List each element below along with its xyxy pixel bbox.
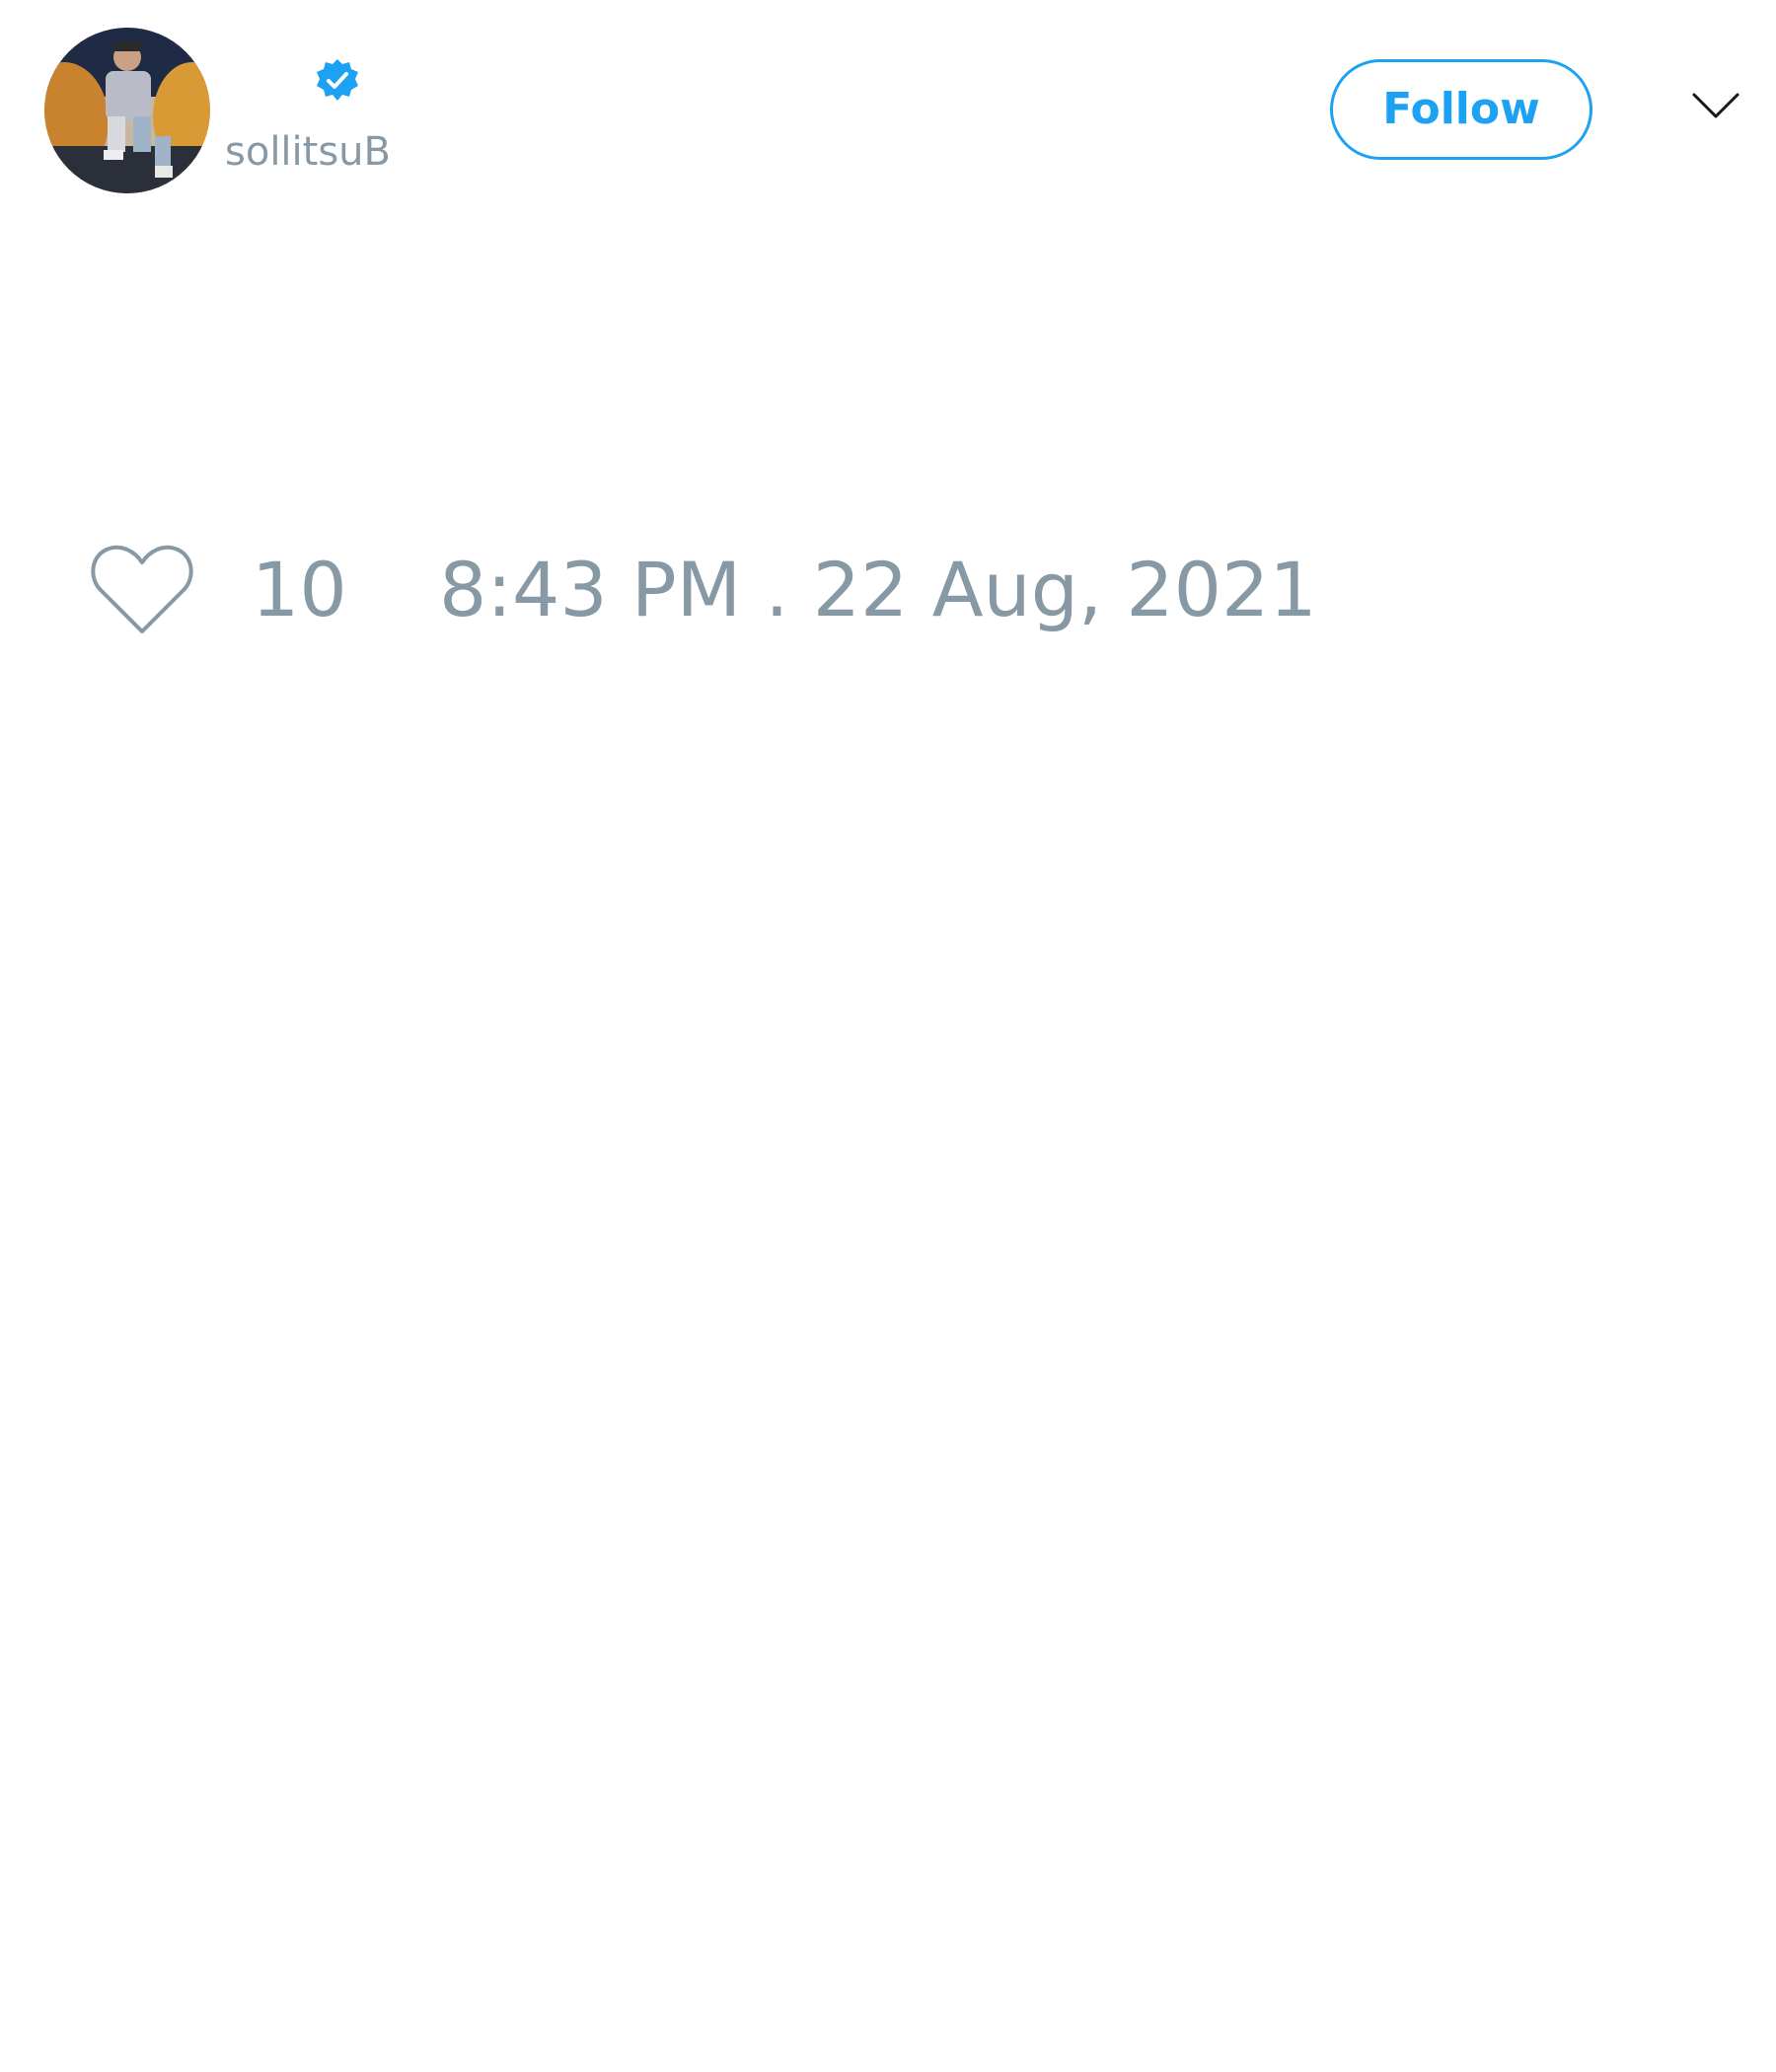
avatar[interactable] [44, 28, 210, 193]
avatar-image [44, 28, 210, 193]
heart-icon[interactable] [89, 543, 195, 637]
like-count: 10 [252, 546, 347, 633]
verified-badge-icon [317, 59, 358, 101]
chevron-down-icon[interactable] [1691, 91, 1740, 120]
author-handle[interactable]: sollitsuB [225, 124, 391, 180]
follow-button[interactable]: Follow [1330, 59, 1592, 160]
tweet-timestamp[interactable]: 8:43 PM . 22 Aug, 2021 [439, 543, 1317, 637]
